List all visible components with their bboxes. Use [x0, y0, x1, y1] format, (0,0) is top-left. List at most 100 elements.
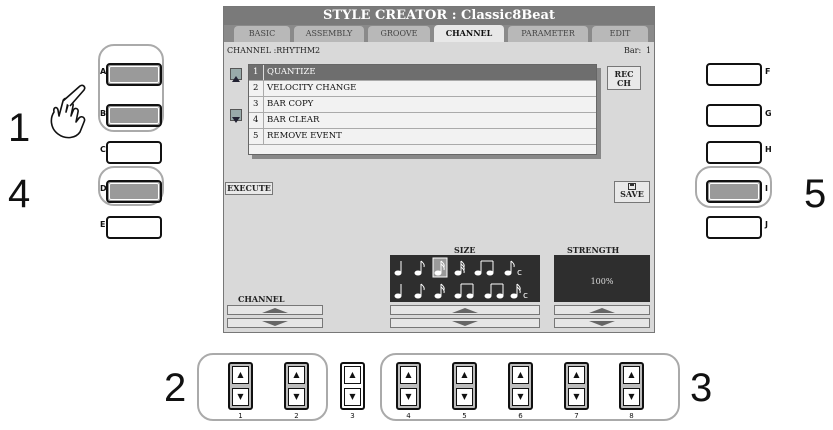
mixed-note-icon-b [484, 283, 504, 299]
button-8-up[interactable]: ▲ [623, 366, 640, 384]
button-3-up[interactable]: ▲ [344, 366, 361, 384]
strength-down-control[interactable] [554, 318, 650, 328]
tab-bar: BASIC ASSEMBLY GROOVE CHANNEL PARAMETER … [224, 25, 654, 42]
channel-down-control[interactable] [227, 318, 323, 328]
button-c-label: C [100, 145, 106, 154]
size-up-control[interactable] [390, 305, 540, 315]
button-pair-1: ▲ ▼ [228, 362, 253, 410]
button-2-down[interactable]: ▼ [288, 388, 305, 406]
button-i-label: I [765, 184, 768, 193]
button-e-label: E [100, 220, 106, 229]
bar-value: 1 [646, 46, 652, 55]
button-c[interactable] [106, 141, 162, 164]
button-3-down[interactable]: ▼ [344, 388, 361, 406]
button-j-label: J [765, 220, 768, 229]
svg-text:c: c [523, 291, 528, 301]
button-pair-7: ▲ ▼ [564, 362, 589, 410]
button-a[interactable] [106, 63, 162, 86]
quarter-triplet-icon [394, 284, 402, 299]
button-4-down[interactable]: ▼ [400, 388, 417, 406]
button-4-up[interactable]: ▲ [400, 366, 417, 384]
button-7-down[interactable]: ▼ [568, 388, 585, 406]
step-number-4: 4 [8, 172, 31, 216]
button-5-down[interactable]: ▼ [456, 388, 473, 406]
button-4-label: 4 [406, 412, 411, 420]
screen-title: STYLE CREATOR : Classic8Beat [224, 7, 654, 25]
button-pair-3: ▲ ▼ [340, 362, 365, 410]
button-8-label: 8 [629, 412, 634, 420]
bar-label: Bar: [624, 46, 642, 55]
tab-groove[interactable]: GROOVE [368, 26, 430, 42]
button-pair-6: ▲ ▼ [508, 362, 533, 410]
button-b[interactable] [106, 104, 162, 127]
tab-assembly[interactable]: ASSEMBLY [294, 26, 364, 42]
tab-basic[interactable]: BASIC [234, 26, 290, 42]
execute-button[interactable]: EXECUTE [225, 182, 273, 195]
menu-item-bar-copy[interactable]: 3 BAR COPY [249, 97, 596, 113]
button-2-up[interactable]: ▲ [288, 366, 305, 384]
tab-edit[interactable]: EDIT [592, 26, 648, 42]
channel-name: CHANNEL :RHYTHM2 [227, 46, 321, 55]
button-2-label: 2 [294, 412, 299, 420]
menu-scroll-up-button[interactable] [230, 68, 242, 82]
button-e[interactable] [106, 216, 162, 239]
button-g-label: G [765, 109, 772, 118]
save-button[interactable]: SAVE [614, 181, 650, 203]
pointing-hand-icon [50, 84, 86, 139]
menu-item-remove-event[interactable]: 5 REMOVE EVENT [249, 129, 596, 145]
button-h-label: H [765, 145, 772, 154]
button-pair-4: ▲ ▼ [396, 362, 421, 410]
button-1-up[interactable]: ▲ [232, 366, 249, 384]
channel-up-control[interactable] [227, 305, 323, 315]
step-number-3: 3 [690, 366, 713, 410]
channel-panel-label: CHANNEL [238, 294, 285, 304]
button-7-label: 7 [574, 412, 579, 420]
quarter-note-icon [394, 261, 402, 276]
button-f[interactable] [706, 63, 762, 86]
arrow-up-icon [232, 76, 240, 82]
size-down-control[interactable] [390, 318, 540, 328]
thirty-second-note-icon [454, 260, 465, 276]
size-label: SIZE [454, 245, 476, 255]
button-i[interactable] [706, 180, 762, 203]
button-5-label: 5 [462, 412, 467, 420]
note-value-icons: c c [394, 257, 528, 301]
button-pair-5: ▲ ▼ [452, 362, 477, 410]
button-1-down[interactable]: ▼ [232, 388, 249, 406]
menu-item-velocity-change[interactable]: 2 VELOCITY CHANGE [249, 81, 596, 97]
button-1-label: 1 [238, 412, 243, 420]
tab-parameter[interactable]: PARAMETER [508, 26, 588, 42]
button-g[interactable] [706, 104, 762, 127]
button-pair-8: ▲ ▼ [619, 362, 644, 410]
button-h[interactable] [706, 141, 762, 164]
menu-item-bar-clear[interactable]: 4 BAR CLEAR [249, 113, 596, 129]
size-note-grid: c c [390, 255, 540, 302]
button-8-down[interactable]: ▼ [623, 388, 640, 406]
button-5-up[interactable]: ▲ [456, 366, 473, 384]
button-j[interactable] [706, 216, 762, 239]
menu-scroll-down-button[interactable] [230, 109, 242, 123]
step-number-2: 2 [164, 366, 187, 410]
rec-ch-button[interactable]: REC CH [607, 66, 641, 90]
eighth-note-icon [414, 260, 425, 276]
edit-menu-list: 1 QUANTIZE 2 VELOCITY CHANGE 3 BAR COPY … [248, 64, 597, 155]
button-6-down[interactable]: ▼ [512, 388, 529, 406]
eighth-triplet-combo-icon [474, 260, 494, 276]
button-6-label: 6 [518, 412, 523, 420]
step-number-1: 1 [8, 106, 31, 150]
menu-item-quantize[interactable]: 1 QUANTIZE [249, 65, 596, 81]
button-f-label: F [765, 67, 771, 76]
button-d[interactable] [106, 180, 162, 203]
swing-note-icon: c [504, 260, 522, 278]
mixed-note-icon-a [454, 283, 474, 299]
strength-up-control[interactable] [554, 305, 650, 315]
sixteenth-triplet-icon [434, 283, 445, 299]
strength-display: 100% [554, 255, 650, 302]
button-7-up[interactable]: ▲ [568, 366, 585, 384]
eighth-triplet-icon [414, 283, 425, 299]
lcd-screen: STYLE CREATOR : Classic8Beat BASIC ASSEM… [223, 6, 655, 333]
button-6-up[interactable]: ▲ [512, 366, 529, 384]
sixteenth-swing-icon: c [510, 283, 528, 301]
tab-channel[interactable]: CHANNEL [434, 25, 504, 42]
step-number-5: 5 [804, 172, 827, 216]
